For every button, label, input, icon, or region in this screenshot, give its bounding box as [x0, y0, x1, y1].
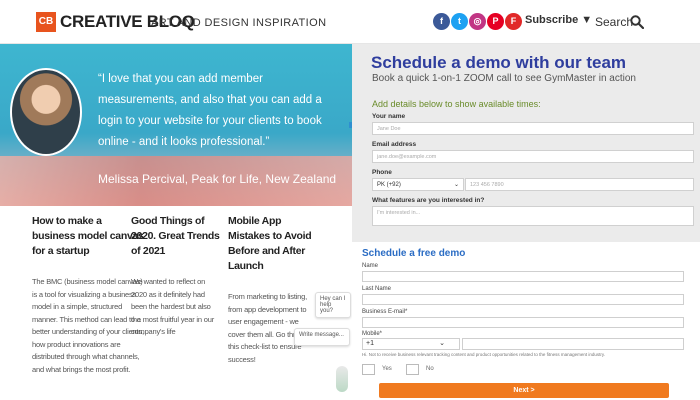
- no-radio[interactable]: [406, 364, 419, 375]
- site-header: CB CREATIVE BLOQ ART AND DESIGN INSPIRAT…: [0, 0, 700, 44]
- chat-message-input[interactable]: Write message...: [294, 328, 350, 346]
- free-demo-form: Schedule a free demo Name Last Name Busi…: [352, 242, 700, 400]
- features-field[interactable]: I'm interested in...: [372, 206, 694, 226]
- social-links: f t ◎ P F: [433, 13, 522, 30]
- email-field[interactable]: jane.doe@example.com: [372, 150, 694, 163]
- article-title[interactable]: Good Things of 2020. Great Trends of 202…: [131, 214, 221, 259]
- mobile-code-value: +1: [366, 340, 374, 347]
- yes-radio[interactable]: [362, 364, 375, 375]
- name-label: Your name: [372, 113, 406, 120]
- name-field[interactable]: [362, 271, 684, 282]
- last-name-field[interactable]: [362, 294, 684, 305]
- article-card[interactable]: Good Things of 2020. Great Trends of 202…: [131, 214, 221, 339]
- email-label: Email address: [372, 141, 417, 148]
- business-email-label: Business E-mail*: [362, 309, 408, 315]
- article-title[interactable]: Mobile App Mistakes to Avoid Before and …: [228, 214, 314, 274]
- flipboard-icon[interactable]: F: [505, 13, 522, 30]
- phone-label: Phone: [372, 169, 392, 176]
- chevron-down-icon: ⌄: [439, 340, 445, 347]
- consent-note: Hi. Not to receive business relevant tra…: [362, 352, 606, 357]
- chat-avatar-icon[interactable]: [336, 366, 348, 392]
- twitter-icon[interactable]: t: [451, 13, 468, 30]
- yes-label: Yes: [382, 366, 392, 372]
- chat-greeting-bubble[interactable]: Hey can I help you?: [315, 292, 351, 318]
- search-icon[interactable]: [630, 15, 644, 29]
- tagline: ART AND DESIGN INSPIRATION: [151, 17, 327, 29]
- testimonial-quote: “I love that you can add member measurem…: [98, 73, 322, 148]
- mobile-field[interactable]: [462, 338, 684, 350]
- logo-mark[interactable]: CB: [36, 12, 56, 32]
- article-excerpt: The BMC (business model canvas) is a too…: [32, 277, 144, 374]
- phone-field[interactable]: 123 456 7890: [465, 178, 694, 191]
- search-button[interactable]: Search: [595, 15, 633, 29]
- article-card[interactable]: How to make a business model canvas for …: [32, 214, 144, 376]
- form-subtitle: Book a quick 1-on-1 ZOOM call to see Gym…: [372, 73, 636, 84]
- form-title: Schedule a demo with our team: [371, 53, 627, 72]
- mobile-label: Mobile*: [362, 331, 383, 337]
- phone-country-value: PK (+92): [377, 182, 401, 188]
- page: CB CREATIVE BLOQ ART AND DESIGN INSPIRAT…: [0, 0, 700, 400]
- free-form-title: Schedule a free demo: [362, 248, 466, 259]
- subscribe-button[interactable]: Subscribe ▼: [525, 14, 592, 26]
- name-field[interactable]: Jane Doe: [372, 122, 694, 135]
- testimonial-hero: “I love that you can add member measurem…: [0, 44, 352, 206]
- chevron-down-icon: ⌄: [453, 182, 459, 188]
- facebook-icon[interactable]: f: [433, 13, 450, 30]
- article-title[interactable]: How to make a business model canvas for …: [32, 214, 144, 259]
- no-label: No: [426, 366, 434, 372]
- article-excerpt: We wanted to reflect on 2020 as it defin…: [131, 277, 214, 336]
- demo-booking-form: Schedule a demo with our team Book a qui…: [352, 44, 700, 242]
- testimonial-attribution: Melissa Percival, Peak for Life, New Zea…: [98, 172, 337, 186]
- features-label: What features are you interested in?: [372, 197, 485, 204]
- name-label: Name: [362, 263, 379, 269]
- phone-country-select[interactable]: PK (+92) ⌄: [372, 178, 464, 191]
- pinterest-icon[interactable]: P: [487, 13, 504, 30]
- form-intro: Add details below to show available time…: [372, 99, 541, 109]
- testimonial-avatar: [10, 68, 82, 156]
- mobile-code-select[interactable]: +1 ⌄: [362, 338, 460, 350]
- business-email-field[interactable]: [362, 317, 684, 328]
- instagram-icon[interactable]: ◎: [469, 13, 486, 30]
- next-button[interactable]: Next >: [379, 383, 669, 398]
- last-name-label: Last Name: [362, 286, 392, 292]
